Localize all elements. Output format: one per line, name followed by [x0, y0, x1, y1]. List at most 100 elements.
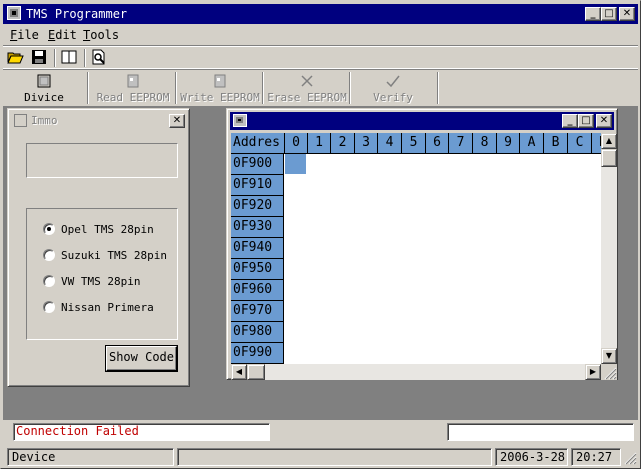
- mdi-client-area: Immo ✕ Opel TMS 28pin Suzuki TMS 28pin V…: [3, 106, 638, 420]
- minimize-icon: _: [590, 8, 596, 19]
- address-row-header[interactable]: 0F960: [231, 280, 284, 301]
- minimize-button[interactable]: _: [585, 7, 601, 21]
- radio-button[interactable]: [43, 223, 55, 235]
- minimize-icon: _: [567, 115, 573, 126]
- hex-maximize-button[interactable]: □: [578, 114, 594, 128]
- write-eeprom-button[interactable]: Write EEPROM: [177, 71, 263, 105]
- menu-file[interactable]: File: [10, 28, 39, 42]
- open-folder-icon: [7, 52, 24, 64]
- toolbar-separator: [437, 72, 439, 104]
- window-title: TMS Programmer: [26, 7, 128, 21]
- hex-close-button[interactable]: ✕: [596, 114, 612, 128]
- save-button[interactable]: [31, 49, 51, 67]
- hex-column-header[interactable]: 9: [497, 133, 520, 154]
- resize-grip-icon: [604, 367, 617, 380]
- menu-edit[interactable]: Edit: [48, 28, 77, 42]
- immo-close-button[interactable]: ✕: [169, 114, 185, 128]
- maximize-button[interactable]: □: [601, 7, 617, 21]
- hex-column-header[interactable]: C: [568, 133, 592, 154]
- hex-column-header[interactable]: 8: [473, 133, 497, 154]
- radio-label: Nissan Primera: [61, 301, 154, 314]
- erase-icon: [301, 75, 313, 87]
- hex-column-header[interactable]: 4: [378, 133, 402, 154]
- vertical-scroll-thumb[interactable]: [601, 149, 617, 167]
- chip-icon: [37, 74, 51, 88]
- hex-window-icon[interactable]: [233, 114, 247, 127]
- radio-label: Opel TMS 28pin: [61, 223, 154, 236]
- resize-grip-icon: [624, 452, 637, 465]
- write-chip-icon: [214, 74, 226, 88]
- radio-button[interactable]: [43, 275, 55, 287]
- scroll-right-button[interactable]: ▶: [585, 364, 601, 380]
- arrow-up-icon: ▲: [605, 136, 613, 145]
- hex-column-header[interactable]: 7: [449, 133, 473, 154]
- arrow-right-icon: ▶: [589, 367, 597, 376]
- toolbar-separator: [84, 49, 86, 67]
- status-date: 2006-3-28: [495, 448, 568, 466]
- radio-button[interactable]: [43, 301, 55, 313]
- panels-button[interactable]: [61, 49, 81, 67]
- hex-editor-window: _ □ ✕ Addres0123456789ABCD 0F9000F9100F92…: [226, 108, 618, 380]
- radio-label: Suzuki TMS 28pin: [61, 249, 167, 262]
- scroll-left-button[interactable]: ◀: [231, 364, 247, 380]
- address-row-header[interactable]: 0F970: [231, 301, 284, 322]
- app-icon[interactable]: [7, 6, 21, 20]
- horizontal-scroll-thumb[interactable]: [247, 364, 265, 380]
- selected-cell[interactable]: [285, 154, 306, 174]
- erase-eeprom-button[interactable]: Erase EEPROM: [264, 71, 350, 105]
- close-button[interactable]: ✕: [619, 7, 635, 21]
- immo-type-group: Opel TMS 28pin Suzuki TMS 28pin VW TMS 2…: [26, 208, 178, 340]
- title-bar[interactable]: TMS Programmer _ □ ✕: [3, 4, 638, 24]
- read-chip-icon: [127, 74, 139, 88]
- immo-title-bar[interactable]: Immo ✕: [11, 112, 186, 130]
- hex-column-header[interactable]: 6: [426, 133, 449, 154]
- hex-grid[interactable]: Addres0123456789ABCD 0F9000F9100F9200F930…: [231, 133, 601, 364]
- address-row-header[interactable]: 0F950: [231, 259, 284, 280]
- hex-column-header[interactable]: B: [544, 133, 568, 154]
- resize-grip[interactable]: [601, 364, 617, 380]
- standard-toolbar: [3, 45, 638, 69]
- menu-tools[interactable]: Tools: [83, 28, 119, 42]
- address-row-header[interactable]: 0F910: [231, 175, 284, 196]
- status-device: Device: [7, 448, 174, 466]
- verify-check-icon: [386, 75, 400, 88]
- arrow-left-icon: ◀: [235, 367, 243, 376]
- hex-column-header[interactable]: 5: [402, 133, 426, 154]
- hex-column-header[interactable]: 2: [331, 133, 355, 154]
- read-eeprom-button[interactable]: Read EEPROM: [91, 71, 175, 105]
- scroll-down-button[interactable]: ▼: [601, 348, 617, 364]
- print-preview-icon: [92, 49, 105, 65]
- address-row-header[interactable]: 0F990: [231, 343, 284, 364]
- vertical-scrollbar[interactable]: ▲ ▼: [601, 133, 617, 364]
- hex-title-bar[interactable]: _ □ ✕: [230, 112, 614, 130]
- horizontal-scrollbar[interactable]: ◀ ▶: [231, 364, 601, 380]
- print-preview-button[interactable]: [91, 49, 111, 67]
- hex-column-header[interactable]: A: [520, 133, 544, 154]
- show-code-button[interactable]: Show Code: [106, 346, 177, 371]
- open-button[interactable]: [7, 49, 27, 67]
- address-row-header[interactable]: 0F900: [231, 154, 284, 175]
- code-display-box: [26, 143, 178, 178]
- status-bar: Device 2006-3-28 20:27: [3, 447, 638, 467]
- message-bar: Connection Failed: [3, 420, 638, 446]
- main-window: TMS Programmer _ □ ✕ File Edit Tools Div…: [0, 0, 641, 469]
- status-empty-panel: [177, 448, 492, 466]
- hex-column-header[interactable]: 3: [355, 133, 378, 154]
- status-resize-grip[interactable]: [622, 450, 637, 465]
- address-row-header[interactable]: 0F980: [231, 322, 284, 343]
- address-row-header[interactable]: 0F920: [231, 196, 284, 217]
- hex-minimize-button[interactable]: _: [562, 114, 578, 128]
- maximize-icon: □: [604, 8, 614, 19]
- address-row-header[interactable]: 0F930: [231, 217, 284, 238]
- address-column-header[interactable]: Addres: [231, 133, 285, 154]
- hex-column-header[interactable]: D: [592, 133, 601, 154]
- address-row-header[interactable]: 0F940: [231, 238, 284, 259]
- radio-button[interactable]: [43, 249, 55, 261]
- save-icon: [32, 50, 46, 64]
- verify-button[interactable]: Verify: [353, 71, 433, 105]
- device-button[interactable]: Divice: [9, 71, 79, 105]
- hex-column-header[interactable]: 1: [308, 133, 331, 154]
- close-icon: ✕: [172, 115, 182, 126]
- scroll-up-button[interactable]: ▲: [601, 133, 617, 149]
- hex-column-header[interactable]: 0: [285, 133, 308, 154]
